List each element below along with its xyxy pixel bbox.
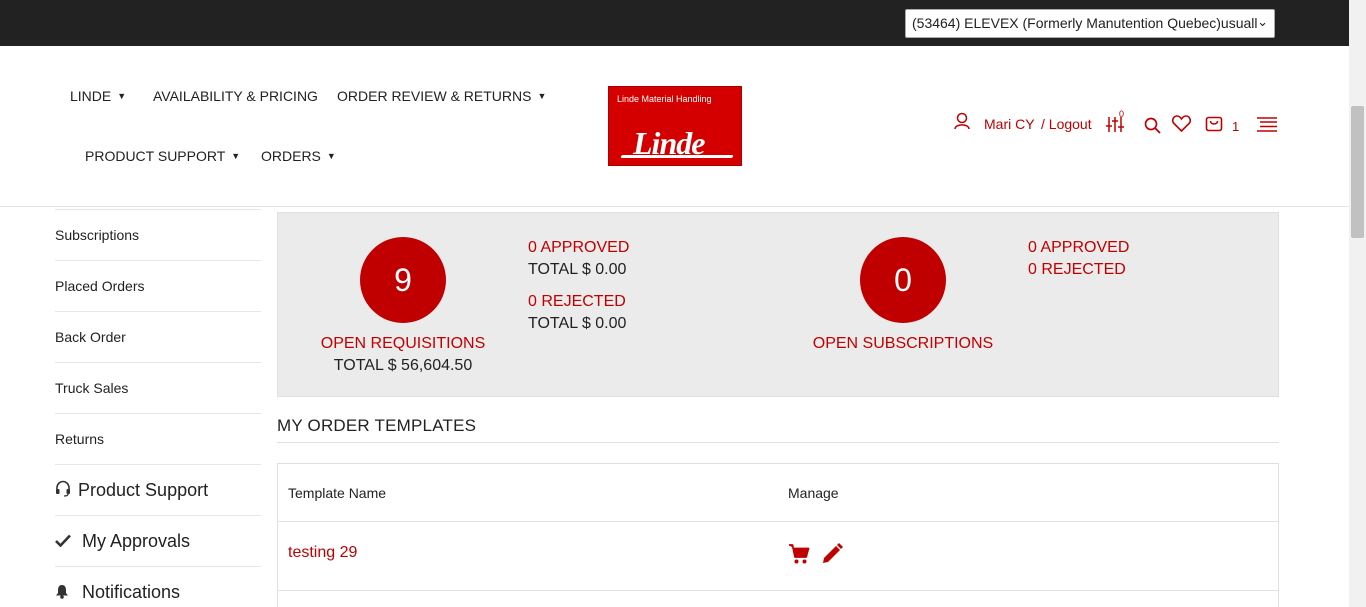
nav-availability-pricing[interactable]: AVAILABILITY & PRICING (153, 88, 318, 104)
scrollbar-thumb[interactable] (1351, 106, 1364, 238)
sidebar-item-my-approvals[interactable]: My Approvals (55, 516, 261, 567)
subscriptions-count-badge[interactable]: 0 (860, 237, 946, 323)
cart-bag-icon[interactable] (1205, 114, 1223, 137)
open-requisitions-total: TOTAL $ 56,604.50 (333, 357, 473, 374)
section-divider (277, 442, 1279, 443)
sidebar-item-label: Product Support (78, 480, 209, 500)
sidebar-item-label: Notifications (82, 582, 181, 602)
page-scrollbar[interactable] (1349, 0, 1366, 607)
chevron-down-icon: ⌄ (1257, 14, 1268, 29)
sidebar-item-subscriptions[interactable]: Subscriptions (55, 210, 261, 261)
requisitions-approved-total: TOTAL $ 0.00 (528, 261, 627, 278)
check-icon (55, 531, 77, 552)
heart-icon[interactable] (1171, 115, 1192, 137)
nav-linde[interactable]: LINDE ▼ (70, 88, 126, 104)
requisitions-rejected[interactable]: 0 REJECTED (528, 293, 626, 311)
open-subscriptions-label[interactable]: OPEN SUBSCRIPTIONS (793, 335, 1013, 353)
sidebar-item-product-support[interactable]: Product Support (55, 465, 261, 516)
summary-panel: 9 OPEN REQUISITIONS TOTAL $ 56,604.50 0 … (277, 212, 1279, 397)
sidebar-item-label: Back Order (55, 329, 126, 345)
sidebar-item-label: Placed Orders (55, 278, 145, 294)
sidebar-item-label: Truck Sales (55, 380, 129, 396)
cart-count: 1 (1232, 119, 1240, 134)
nav-order-review-label: ORDER REVIEW & RETURNS (337, 88, 532, 104)
sidebar-item-back-order[interactable]: Back Order (55, 312, 261, 363)
row-divider (278, 521, 1278, 522)
top-bar: (53464) ELEVEX (Formerly Manutention Que… (0, 0, 1349, 46)
nav-orders[interactable]: ORDERS ▼ (261, 148, 336, 164)
cart-icon[interactable] (788, 543, 810, 570)
logo-subtitle: Linde Material Handling (617, 94, 712, 104)
nav-linde-label: LINDE (70, 88, 112, 104)
sidebar-item-truck-sales[interactable]: Truck Sales (55, 363, 261, 414)
logout-link[interactable]: / Logout (1041, 116, 1092, 132)
sidebar-item-label: Subscriptions (55, 227, 140, 243)
account-select-value: (53464) ELEVEX (Formerly Manutention Que… (912, 15, 1258, 31)
nav-availability-label: AVAILABILITY & PRICING (153, 88, 318, 104)
subscriptions-approved[interactable]: 0 APPROVED (1028, 239, 1129, 257)
chevron-down-icon: ▼ (117, 91, 127, 101)
edit-pencil-icon[interactable] (820, 542, 844, 571)
search-icon[interactable] (1144, 117, 1161, 139)
logo-swoosh (620, 155, 734, 158)
open-requisitions-label[interactable]: OPEN REQUISITIONS (303, 335, 503, 353)
section-title-order-templates: MY ORDER TEMPLATES (277, 416, 477, 435)
sidebar-item-label: Returns (55, 431, 105, 447)
nav-order-review-returns[interactable]: ORDER REVIEW & RETURNS ▼ (337, 88, 546, 104)
templates-table: Template Name Manage testing 29 (277, 463, 1279, 607)
requisitions-approved[interactable]: 0 APPROVED (528, 239, 629, 257)
row-divider (278, 590, 1278, 591)
sidebar-item-returns[interactable]: Returns (55, 414, 261, 465)
user-name-link[interactable]: Mari CY (984, 116, 1035, 132)
compare-icon[interactable] (1106, 116, 1124, 138)
requisitions-rejected-total: TOTAL $ 0.00 (528, 315, 627, 332)
linde-logo[interactable]: Linde Material Handling Linde (608, 86, 742, 166)
requisitions-count-badge[interactable]: 9 (360, 237, 446, 323)
account-select[interactable]: (53464) ELEVEX (Formerly Manutention Que… (905, 9, 1275, 38)
template-name-link[interactable]: testing 29 (288, 544, 357, 562)
nav-product-support-label: PRODUCT SUPPORT (85, 148, 226, 164)
sidebar-item-label: My Approvals (82, 531, 191, 551)
subscriptions-rejected[interactable]: 0 REJECTED (1028, 261, 1126, 279)
headset-icon (55, 480, 73, 502)
bell-icon (55, 583, 77, 604)
chevron-down-icon: ▼ (537, 91, 547, 101)
compare-count: 0 (1119, 109, 1125, 119)
nav-product-support[interactable]: PRODUCT SUPPORT ▼ (85, 148, 240, 164)
column-header-template-name: Template Name (288, 485, 387, 501)
column-header-manage: Manage (788, 485, 839, 501)
user-icon[interactable] (954, 112, 973, 135)
chevron-down-icon: ▼ (231, 151, 241, 161)
sidebar-item-notifications[interactable]: Notifications (55, 567, 261, 607)
chevron-down-icon: ▼ (326, 151, 336, 161)
nav-orders-label: ORDERS (261, 148, 321, 164)
sidebar-item-placed-orders[interactable]: Placed Orders (55, 261, 261, 312)
menu-icon[interactable] (1257, 117, 1277, 137)
site-header: LINDE ▼ AVAILABILITY & PRICING ORDER REVI… (0, 46, 1349, 207)
